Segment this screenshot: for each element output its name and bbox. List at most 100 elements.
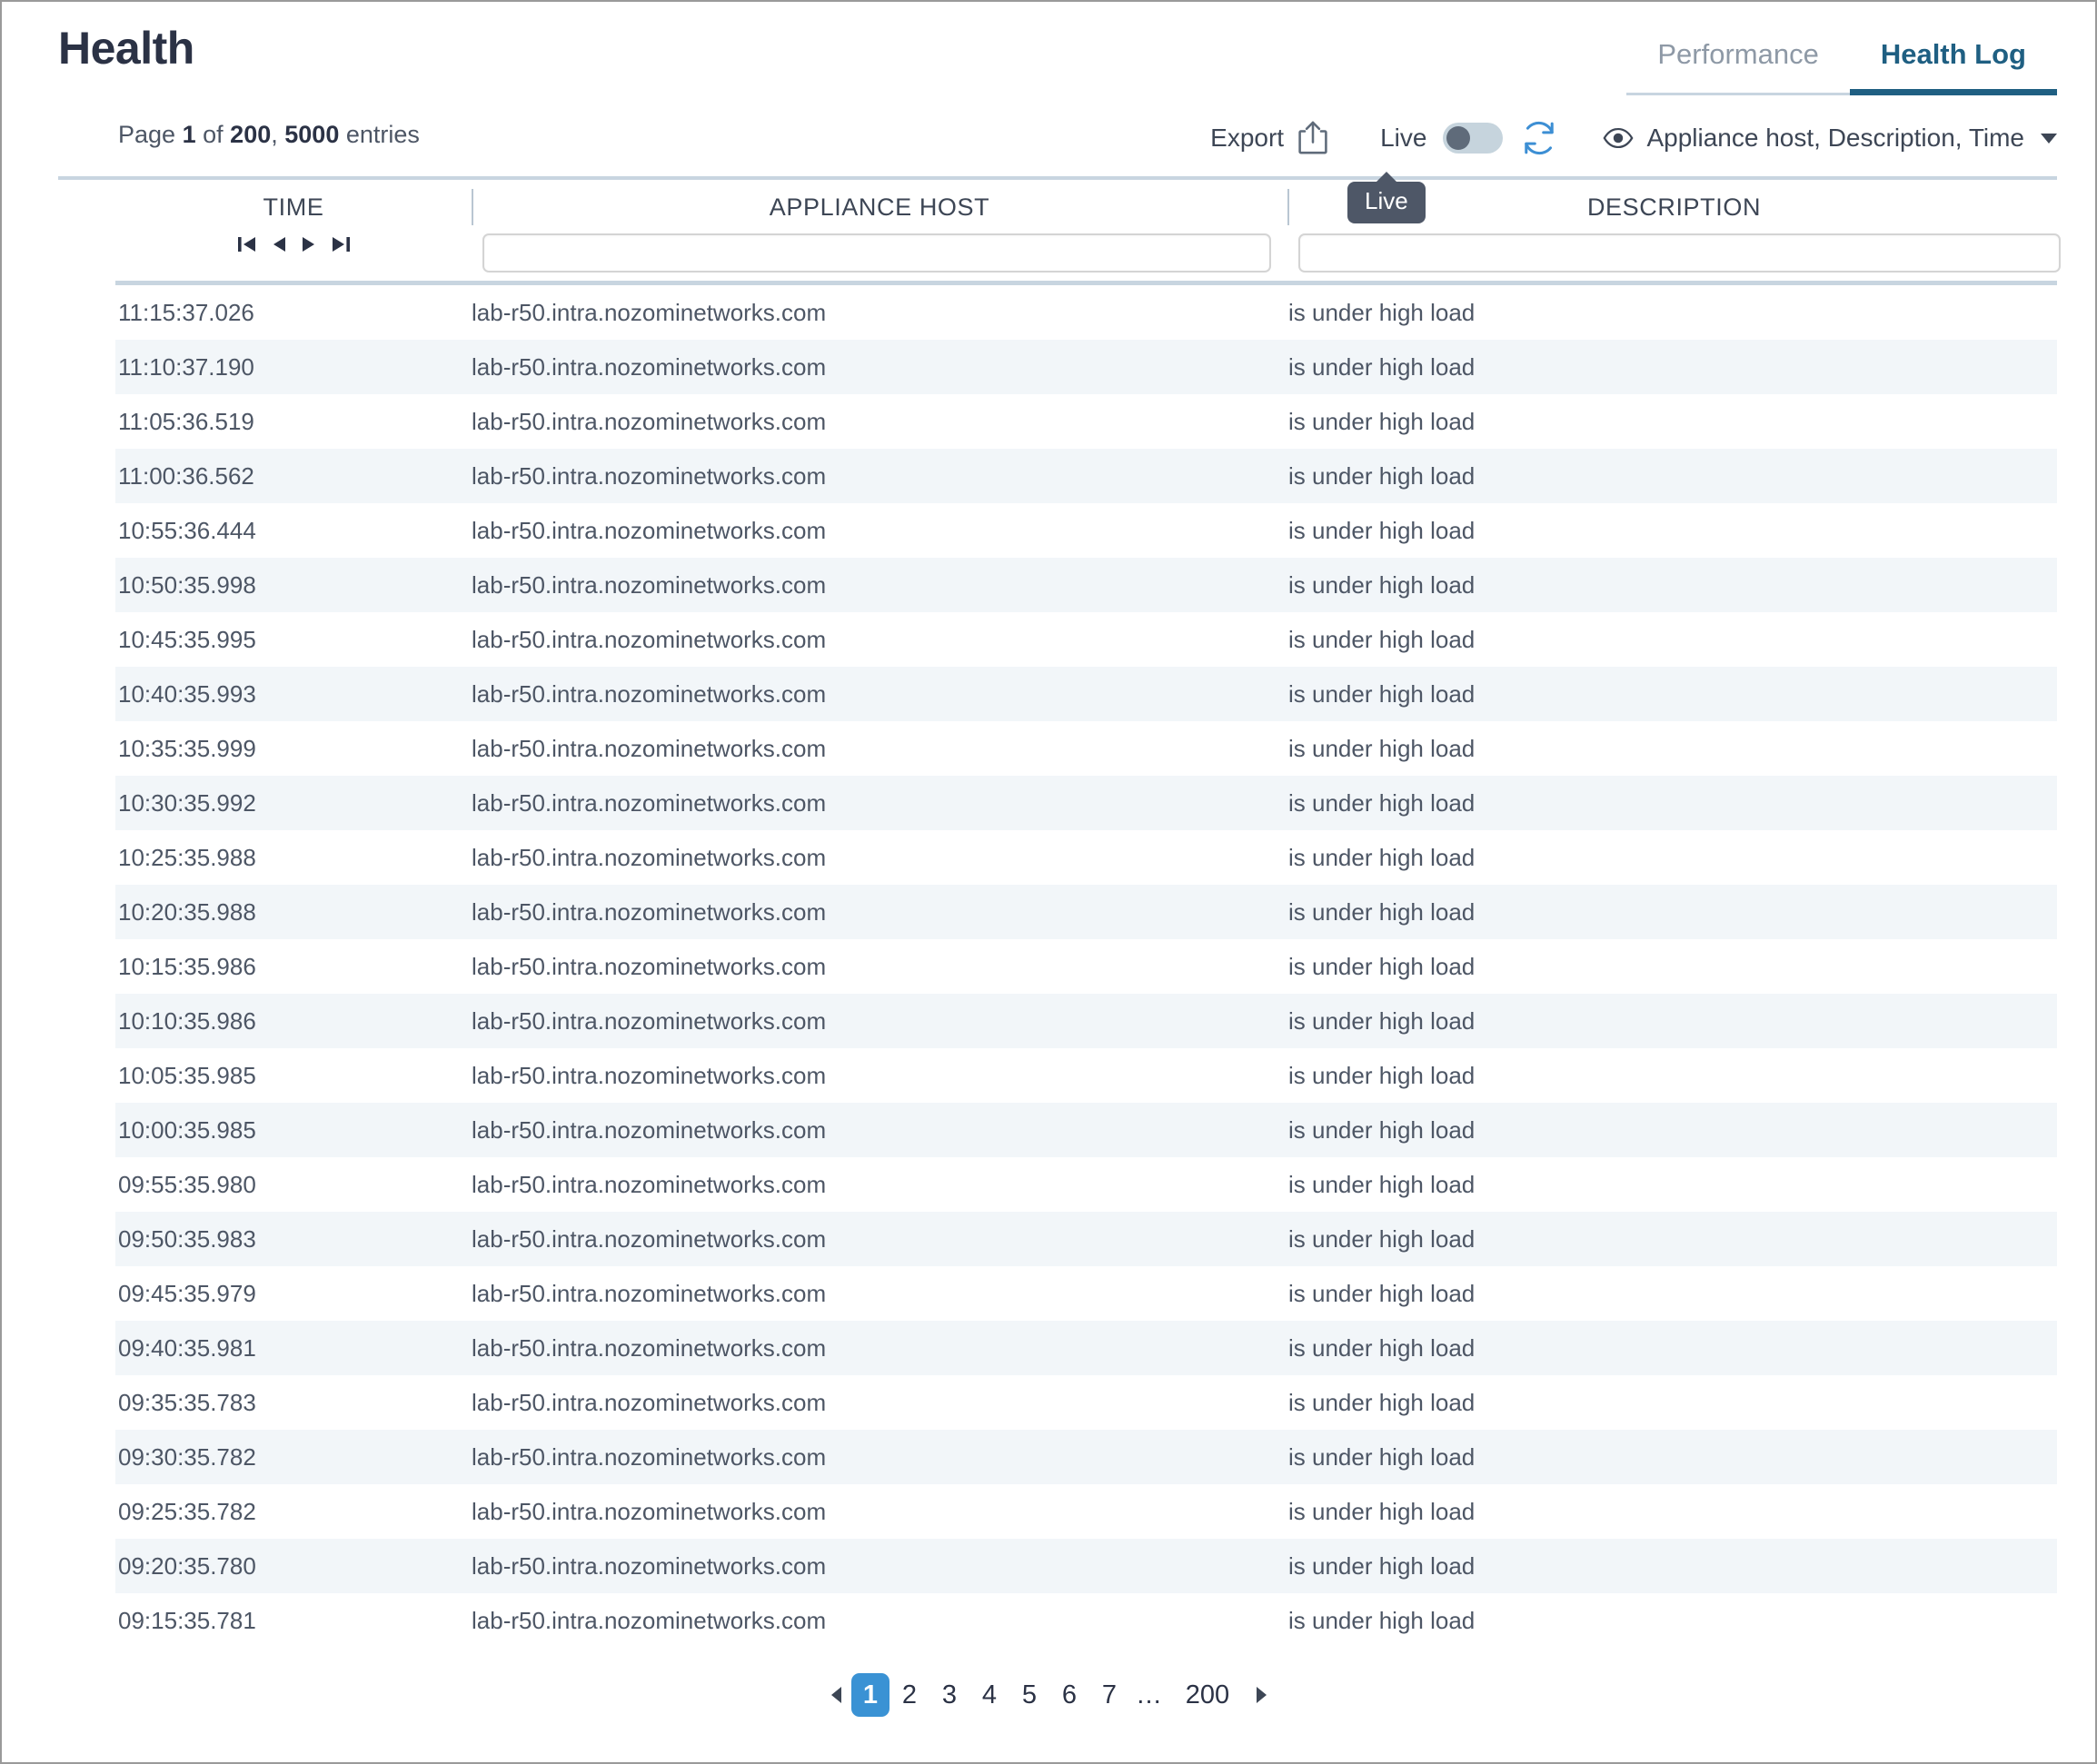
table-row[interactable]: 10:45:35.995 lab-r50.intra.nozominetworks… [115,612,2057,667]
row-time: 11:00:36.562 [118,461,254,490]
table-row[interactable]: 09:30:35.782 lab-r50.intra.nozominetworks… [115,1430,2057,1484]
table-row[interactable]: 10:25:35.988 lab-r50.intra.nozominetworks… [115,830,2057,885]
chevron-down-icon [2041,133,2057,144]
table-row[interactable]: 10:05:35.985 lab-r50.intra.nozominetworks… [115,1048,2057,1103]
row-time: 09:50:35.983 [118,1224,256,1253]
row-description: is under high load [1288,461,1476,490]
table-row[interactable]: 09:40:35.981 lab-r50.intra.nozominetworks… [115,1321,2057,1375]
row-time: 10:30:35.992 [118,788,256,817]
row-description: is under high load [1288,1224,1476,1253]
row-appliance-host: lab-r50.intra.nozominetworks.com [472,461,827,490]
live-label: Live [1380,124,1427,152]
table-row[interactable]: 11:00:36.562 lab-r50.intra.nozominetworks… [115,449,2057,503]
nav-previous-icon[interactable] [269,233,289,256]
row-description: is under high load [1288,407,1476,435]
table-row[interactable]: 09:55:35.980 lab-r50.intra.nozominetworks… [115,1157,2057,1212]
table-row[interactable]: 10:15:35.986 lab-r50.intra.nozominetworks… [115,939,2057,994]
pagination-page-3[interactable]: 3 [929,1675,969,1715]
time-nav-controls [115,233,472,256]
row-description: is under high load [1288,1279,1476,1307]
table-row[interactable]: 10:20:35.988 lab-r50.intra.nozominetworks… [115,885,2057,939]
table-row[interactable]: 10:55:36.444 lab-r50.intra.nozominetworks… [115,503,2057,558]
row-appliance-host: lab-r50.intra.nozominetworks.com [472,1551,827,1580]
pagination-page-1[interactable]: 1 [851,1673,889,1717]
row-description: is under high load [1288,788,1476,817]
tab-performance[interactable]: Performance [1626,38,1850,95]
row-appliance-host: lab-r50.intra.nozominetworks.com [472,1006,827,1035]
table-row[interactable]: 10:35:35.999 lab-r50.intra.nozominetworks… [115,721,2057,776]
health-log-page: Health Performance Health Log Page 1 of … [0,0,2097,1764]
export-button[interactable]: Export [1210,120,1329,156]
row-description: is under high load [1288,1333,1476,1362]
pagination-page-6[interactable]: 6 [1049,1675,1089,1715]
table-row[interactable]: 09:45:35.979 lab-r50.intra.nozominetworks… [115,1266,2057,1321]
refresh-icon[interactable] [1519,118,1559,158]
row-appliance-host: lab-r50.intra.nozominetworks.com [472,625,827,653]
table-row[interactable]: 10:30:35.992 lab-r50.intra.nozominetworks… [115,776,2057,830]
pagination-prev-button[interactable] [820,1675,851,1715]
table-row[interactable]: 09:20:35.780 lab-r50.intra.nozominetworks… [115,1539,2057,1593]
table-row[interactable]: 09:15:35.781 lab-r50.intra.nozominetworks… [115,1593,2057,1648]
row-appliance-host: lab-r50.intra.nozominetworks.com [472,1115,827,1144]
row-description: is under high load [1288,352,1476,381]
row-description: is under high load [1288,298,1476,326]
triangle-left-icon [830,1687,841,1703]
row-appliance-host: lab-r50.intra.nozominetworks.com [472,788,827,817]
row-appliance-host: lab-r50.intra.nozominetworks.com [472,843,827,871]
table-row[interactable]: 09:35:35.783 lab-r50.intra.nozominetworks… [115,1375,2057,1430]
entries-total-pages: 200 [230,121,272,148]
table-row[interactable]: 10:50:35.998 lab-r50.intra.nozominetworks… [115,558,2057,612]
table-row[interactable]: 11:15:37.026 lab-r50.intra.nozominetworks… [115,285,2057,340]
row-description: is under high load [1288,679,1476,708]
row-time: 10:50:35.998 [118,570,256,599]
row-description: is under high load [1288,516,1476,544]
table-row[interactable]: 09:25:35.782 lab-r50.intra.nozominetworks… [115,1484,2057,1539]
row-time: 09:45:35.979 [118,1279,256,1307]
row-time: 11:05:36.519 [118,407,254,435]
appliance-host-filter-input[interactable] [482,233,1271,273]
row-time: 10:25:35.988 [118,843,256,871]
table-row[interactable]: 11:10:37.190 lab-r50.intra.nozominetworks… [115,340,2057,394]
row-time: 09:15:35.781 [118,1606,256,1634]
entries-suffix: entries [345,121,420,148]
pagination-page-5[interactable]: 5 [1009,1675,1049,1715]
row-time: 09:25:35.782 [118,1497,256,1525]
description-filter-input[interactable] [1298,233,2061,273]
entries-separator: , [271,121,278,148]
table-row[interactable]: 11:05:36.519 lab-r50.intra.nozominetworks… [115,394,2057,449]
table-row[interactable]: 10:10:35.986 lab-r50.intra.nozominetworks… [115,994,2057,1048]
column-selector[interactable]: Appliance host, Description, Time [1603,124,2057,153]
row-description: is under high load [1288,843,1476,871]
export-label: Export [1210,124,1285,152]
row-appliance-host: lab-r50.intra.nozominetworks.com [472,952,827,980]
table-row[interactable]: 10:00:35.985 lab-r50.intra.nozominetworks… [115,1103,2057,1157]
nav-next-icon[interactable] [299,233,319,256]
row-time: 09:20:35.780 [118,1551,256,1580]
row-time: 10:15:35.986 [118,952,256,980]
pagination-next-button[interactable] [1246,1675,1277,1715]
entries-info: Page 1 of 200, 5000 entries [118,121,420,149]
tab-health-log[interactable]: Health Log [1849,38,2057,95]
column-appliance-host: APPLIANCE HOST [472,183,1287,281]
nav-last-icon[interactable] [329,233,353,256]
row-appliance-host: lab-r50.intra.nozominetworks.com [472,407,827,435]
row-description: is under high load [1288,734,1476,762]
pagination-page-4[interactable]: 4 [969,1675,1009,1715]
export-icon [1297,120,1329,156]
pagination-page-7[interactable]: 7 [1089,1675,1129,1715]
row-description: is under high load [1288,1115,1476,1144]
table-row[interactable]: 09:50:35.983 lab-r50.intra.nozominetworks… [115,1212,2057,1266]
table-row[interactable]: 10:40:35.993 lab-r50.intra.nozominetworks… [115,667,2057,721]
eye-icon [1603,127,1634,149]
row-time: 09:30:35.782 [118,1442,256,1471]
row-appliance-host: lab-r50.intra.nozominetworks.com [472,897,827,926]
live-toggle[interactable] [1443,123,1504,154]
row-appliance-host: lab-r50.intra.nozominetworks.com [472,734,827,762]
pagination-page-200[interactable]: 200 [1169,1675,1246,1715]
row-appliance-host: lab-r50.intra.nozominetworks.com [472,570,827,599]
nav-first-icon[interactable] [235,233,259,256]
triangle-right-icon [1256,1687,1267,1703]
row-appliance-host: lab-r50.intra.nozominetworks.com [472,1333,827,1362]
row-appliance-host: lab-r50.intra.nozominetworks.com [472,1497,827,1525]
pagination-page-2[interactable]: 2 [889,1675,929,1715]
